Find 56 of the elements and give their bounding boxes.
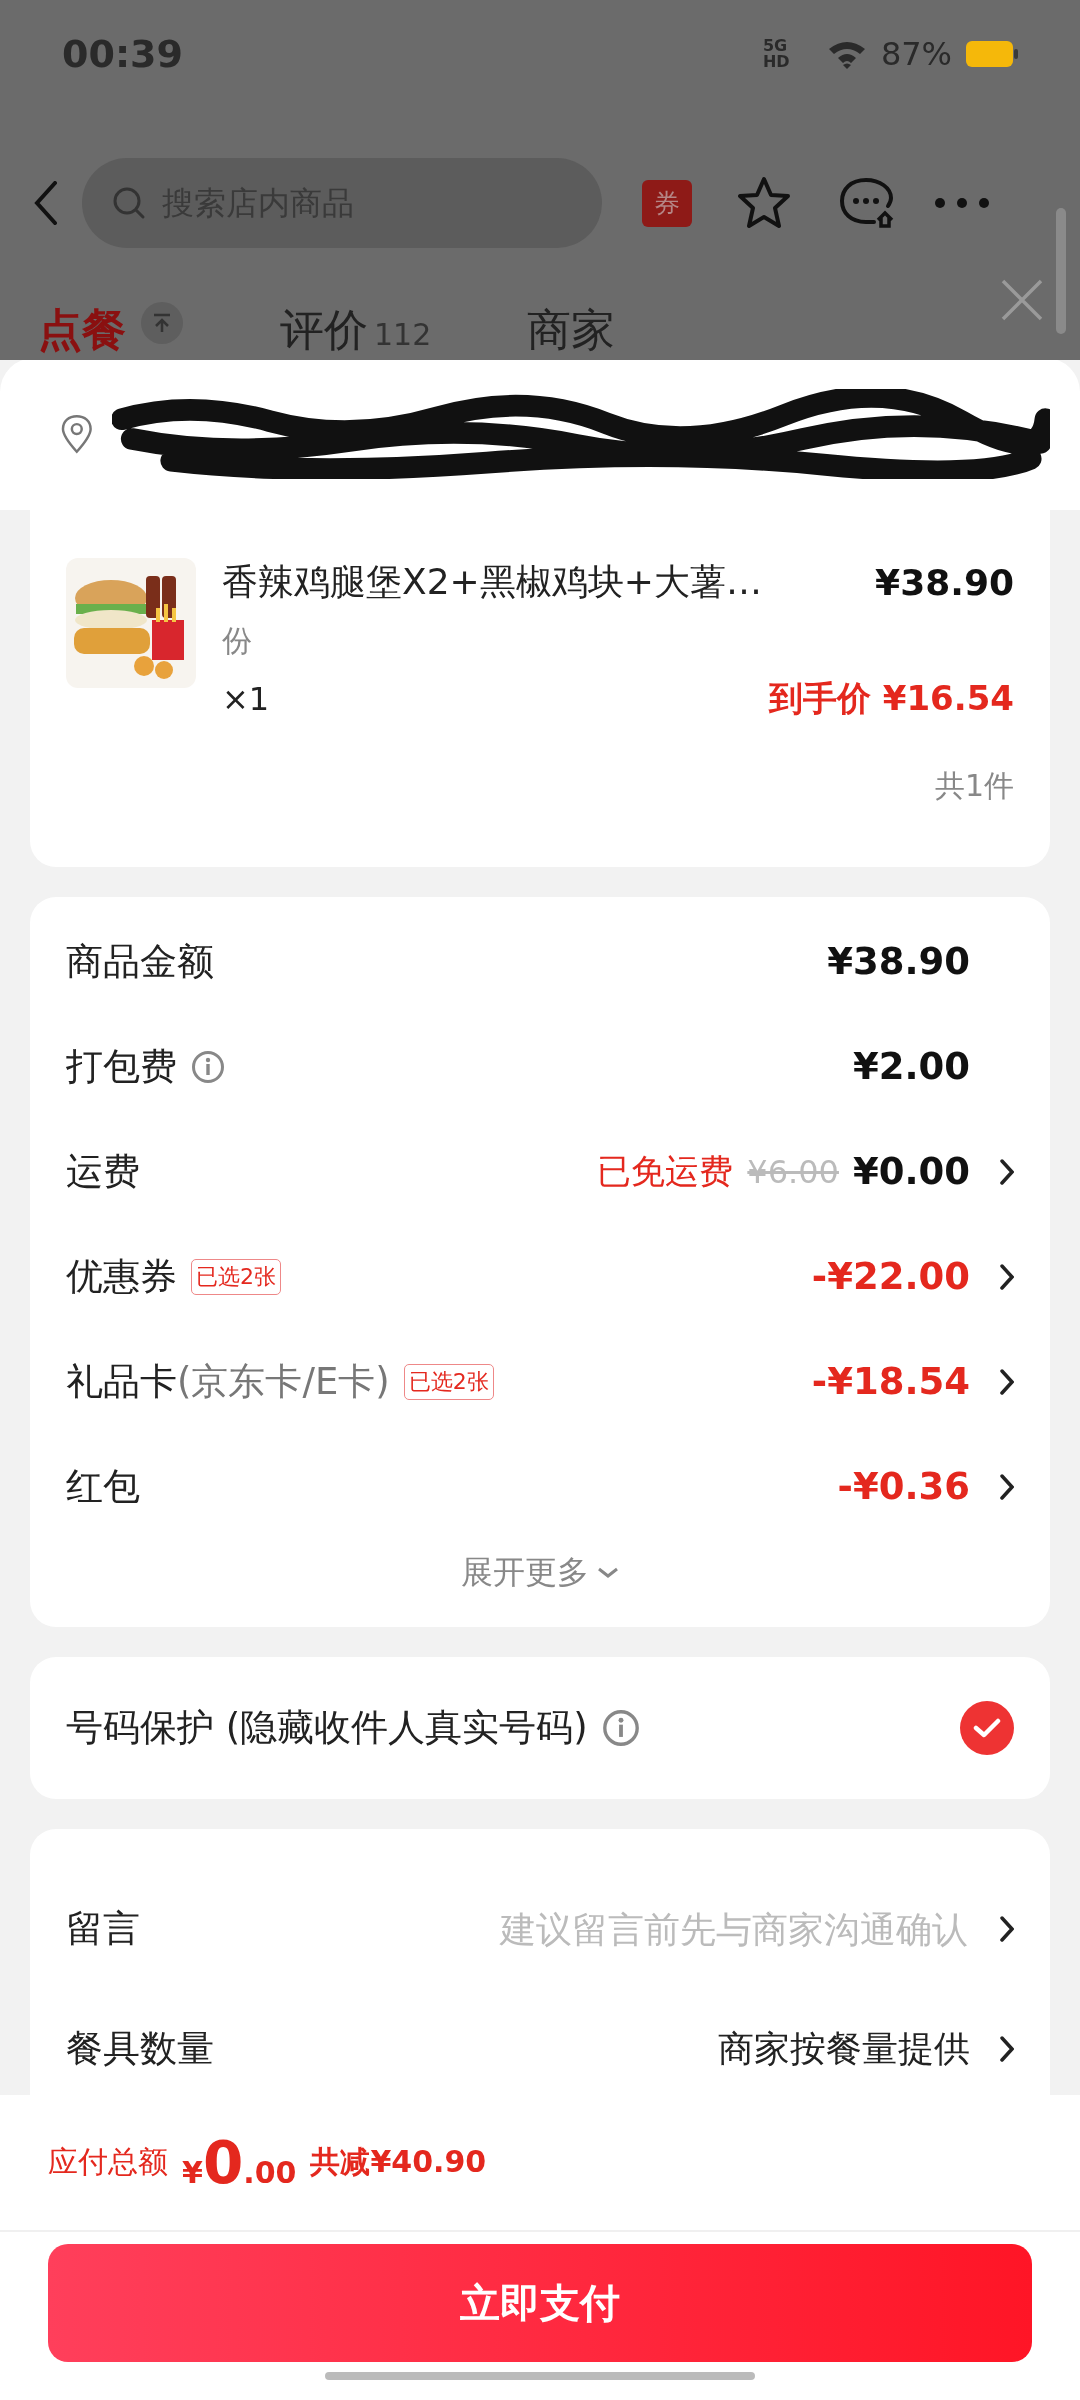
tab[interactable]: 点餐 [38,301,184,360]
tab[interactable]: 商家 [527,301,616,360]
fee-note: 已免运费 [597,1149,734,1193]
more-icon[interactable] [934,197,990,210]
item-price: ¥38.90 [875,562,1014,603]
item-title: 香辣鸡腿堡X2+黑椒鸡块+大薯… [222,560,762,604]
saved-amount: 共减¥40.90 [310,2143,487,2181]
selected-tag: 已选2张 [191,1258,281,1295]
total-amount: ¥0.00 [182,2128,297,2197]
fee-label: 红包 [66,1463,140,1510]
item-count: 共1件 [934,767,1014,805]
chat-icon[interactable] [838,176,896,231]
star-icon[interactable] [736,176,792,231]
checkmark-icon [973,1717,1001,1739]
message-field[interactable]: 建议留言前先与商家沟通确认 [154,1907,970,1951]
pay-button[interactable]: 立即支付 [48,2244,1032,2362]
location-pin-icon [60,414,94,454]
expand-more-button[interactable]: 展开更多 [449,1539,631,1607]
original-price: ¥6.00 [747,1152,839,1191]
extra-label: 餐具数量 [66,2026,214,2072]
search-icon [112,186,146,221]
fee-label: 运费 [66,1148,140,1195]
fee-label-note: (京东卡/E卡) [177,1358,390,1405]
total-label: 应付总额 [48,2143,168,2181]
fee-label: 礼品卡 [66,1358,177,1405]
collapse-icon[interactable] [140,301,184,345]
coupon-badge[interactable]: 券 [642,179,692,227]
fee-value: ¥2.00 [852,1045,970,1088]
tab[interactable]: 评价 112 [280,301,432,360]
status-time: 00:39 [62,31,184,76]
fee-label: 优惠券 [66,1253,177,1300]
selected-tag: 已选2张 [403,1363,494,1400]
chevron-down-icon [597,1567,619,1579]
battery-percent: 87% [880,34,952,73]
fee-value: -¥22.00 [811,1255,970,1298]
chevron-icon [1000,2036,1014,2062]
final-price: 到手价 ¥16.54 [768,677,1014,720]
fee-label: 商品金额 [66,938,214,985]
back-icon[interactable] [34,181,58,226]
item-spec: 份 [222,622,253,660]
extra-label: 留言 [66,1906,140,1952]
phone-protection-label: 号码保护 (隐藏收件人真实号码) [66,1705,588,1751]
item-quantity: ×1 [222,680,270,718]
fee-label: 打包费 [66,1043,177,1090]
close-icon[interactable] [1000,278,1044,322]
info-icon[interactable] [191,1049,225,1084]
info-icon[interactable] [601,1709,640,1747]
fee-value: ¥0.00 [852,1150,970,1193]
checkbox[interactable] [960,1701,1014,1755]
fee-value: ¥38.90 [827,940,970,983]
fee-value: -¥18.54 [811,1360,970,1403]
fee-value: -¥0.36 [837,1465,970,1508]
network-label: 5G HD [762,37,791,70]
chevron-icon [1000,1916,1014,1942]
extra-value[interactable]: 商家按餐量提供 [718,2024,970,2074]
battery-icon [966,40,1018,67]
